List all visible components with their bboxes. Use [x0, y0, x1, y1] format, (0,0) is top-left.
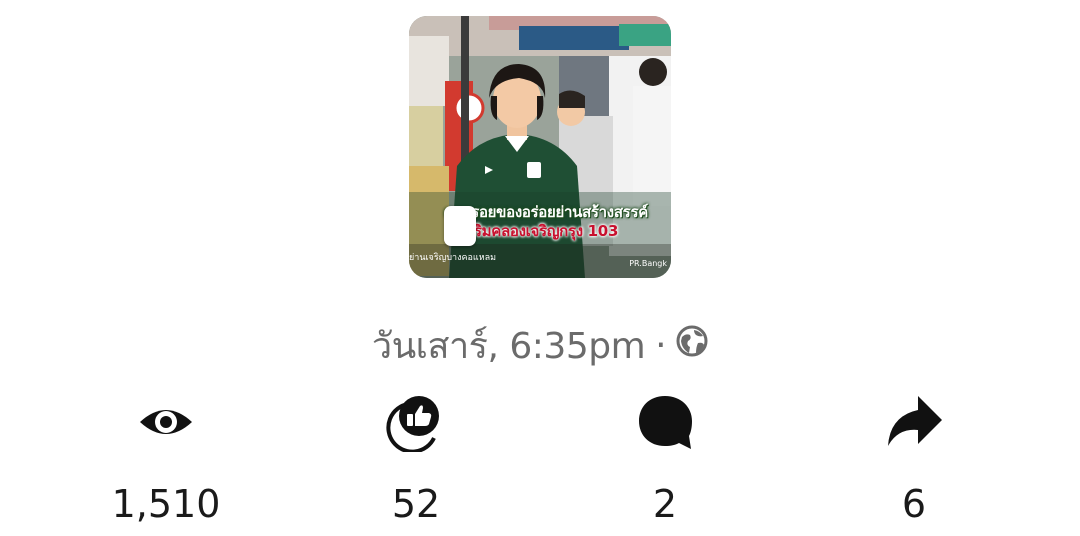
- video-app-icon: [444, 206, 476, 246]
- eye-icon: [140, 410, 192, 434]
- views-count: 1,510: [111, 482, 221, 526]
- share-arrow-icon: [888, 396, 942, 446]
- comment-bubble-icon: [639, 396, 692, 449]
- thumbs-up-icon: [386, 396, 439, 452]
- thumbnail-footer-left: ย่านเจริญบางคอแหลม: [409, 253, 497, 263]
- post-meta: วันเสาร์, 6:35pm ·: [0, 320, 1080, 370]
- post-thumbnail[interactable]: ตามรอยของอร่อยย่านสร้างสรรค์ ริมคลองเจริ…: [409, 16, 671, 278]
- meta-separator: ·: [655, 324, 667, 366]
- thumbnail-footer-right: PR.Bangk: [629, 259, 667, 268]
- shares-count: 6: [901, 482, 927, 526]
- likes-count: 52: [391, 482, 441, 526]
- post-timestamp: วันเสาร์, 6:35pm: [371, 325, 646, 367]
- globe-icon[interactable]: [676, 325, 708, 366]
- comments-count: 2: [652, 482, 678, 526]
